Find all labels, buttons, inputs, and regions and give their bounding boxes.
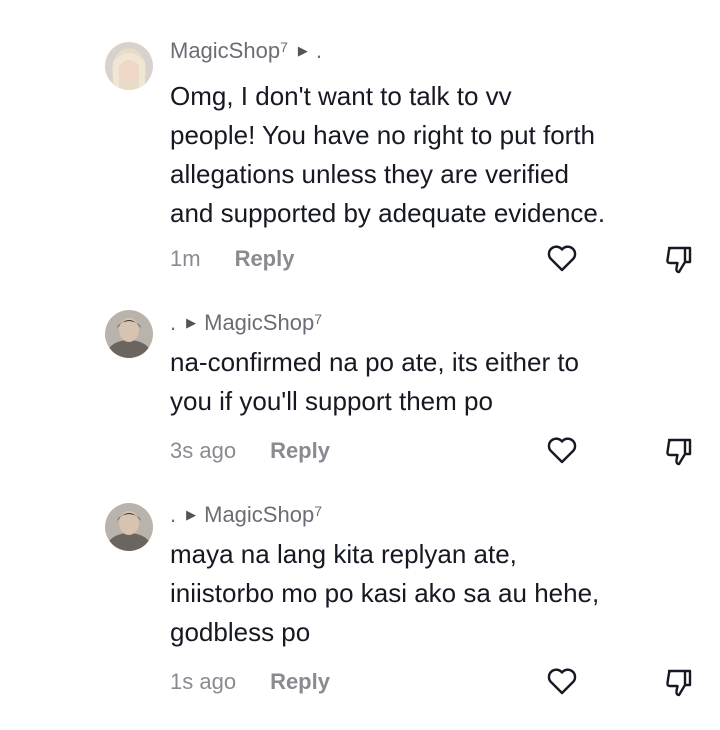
reply-button[interactable]: Reply	[270, 438, 330, 464]
comment-line: and supported by adequate evidence.	[170, 198, 606, 228]
play-triangle-icon: ▶	[186, 315, 197, 330]
comment-header: . ▶ MagicShop 7	[170, 502, 322, 528]
comment-line: you if you'll support them po	[170, 386, 493, 416]
comment-line: iniistorbo mo po kasi ako sa au hehe,	[170, 578, 600, 608]
reply-target-name[interactable]: MagicShop	[204, 310, 314, 336]
reply-target-name[interactable]: .	[316, 38, 322, 64]
comment-line: na-confirmed na po ate, its either to	[170, 347, 580, 377]
comment-line: maya na lang kita replyan ate,	[170, 539, 517, 569]
thumbs-down-icon	[666, 438, 692, 466]
comment-line: allegations unless they are verified	[170, 159, 569, 189]
thumbs-down-icon	[666, 246, 692, 274]
heart-outline-icon	[547, 245, 577, 272]
comment-line: people! You have no right to put forth	[170, 120, 596, 150]
author-name[interactable]: MagicShop	[170, 38, 280, 64]
comment-header: MagicShop 7 ▶ .	[170, 38, 322, 64]
dislike-button[interactable]	[662, 242, 696, 276]
reply-button[interactable]: Reply	[235, 246, 295, 272]
like-button[interactable]	[545, 664, 579, 698]
like-button[interactable]	[545, 433, 579, 467]
author-sup: 7	[314, 503, 322, 519]
comment-text: na-confirmed na po ate, its either to yo…	[170, 343, 710, 421]
play-triangle-icon: ▶	[186, 507, 197, 522]
heart-outline-icon	[547, 668, 577, 695]
timestamp: 1s ago	[170, 669, 237, 694]
heart-outline-icon	[547, 437, 577, 464]
reply-button[interactable]: Reply	[270, 669, 330, 695]
avatar[interactable]	[105, 42, 153, 90]
reply-target-name[interactable]: MagicShop	[204, 502, 314, 528]
avatar-blonde-icon	[105, 42, 153, 90]
comment-meta: 3s ago Reply	[170, 438, 330, 464]
play-triangle-icon: ▶	[297, 43, 308, 58]
author-sup: 7	[314, 311, 322, 327]
avatar-dark-icon	[105, 503, 153, 551]
thumbs-down-icon	[666, 669, 692, 697]
dislike-button[interactable]	[662, 434, 696, 468]
comment-meta: 1s ago Reply	[170, 669, 330, 695]
avatar[interactable]	[105, 503, 153, 551]
author-name[interactable]: .	[170, 310, 176, 336]
timestamp: 1m	[170, 246, 201, 271]
comment-line: Omg, I don't want to talk to vv	[170, 81, 512, 111]
author-name[interactable]: .	[170, 502, 176, 528]
comment-line: godbless po	[170, 617, 311, 647]
avatar[interactable]	[105, 310, 153, 358]
author-sup: 7	[280, 39, 288, 55]
like-button[interactable]	[545, 241, 579, 275]
avatar-dark-icon	[105, 310, 153, 358]
comment-header: . ▶ MagicShop 7	[170, 310, 322, 336]
dislike-button[interactable]	[662, 665, 696, 699]
comment-text: Omg, I don't want to talk to vv people! …	[170, 77, 710, 233]
comment-text: maya na lang kita replyan ate, iniistorb…	[170, 535, 710, 652]
timestamp: 3s ago	[170, 438, 237, 463]
comment-meta: 1m Reply	[170, 246, 294, 272]
